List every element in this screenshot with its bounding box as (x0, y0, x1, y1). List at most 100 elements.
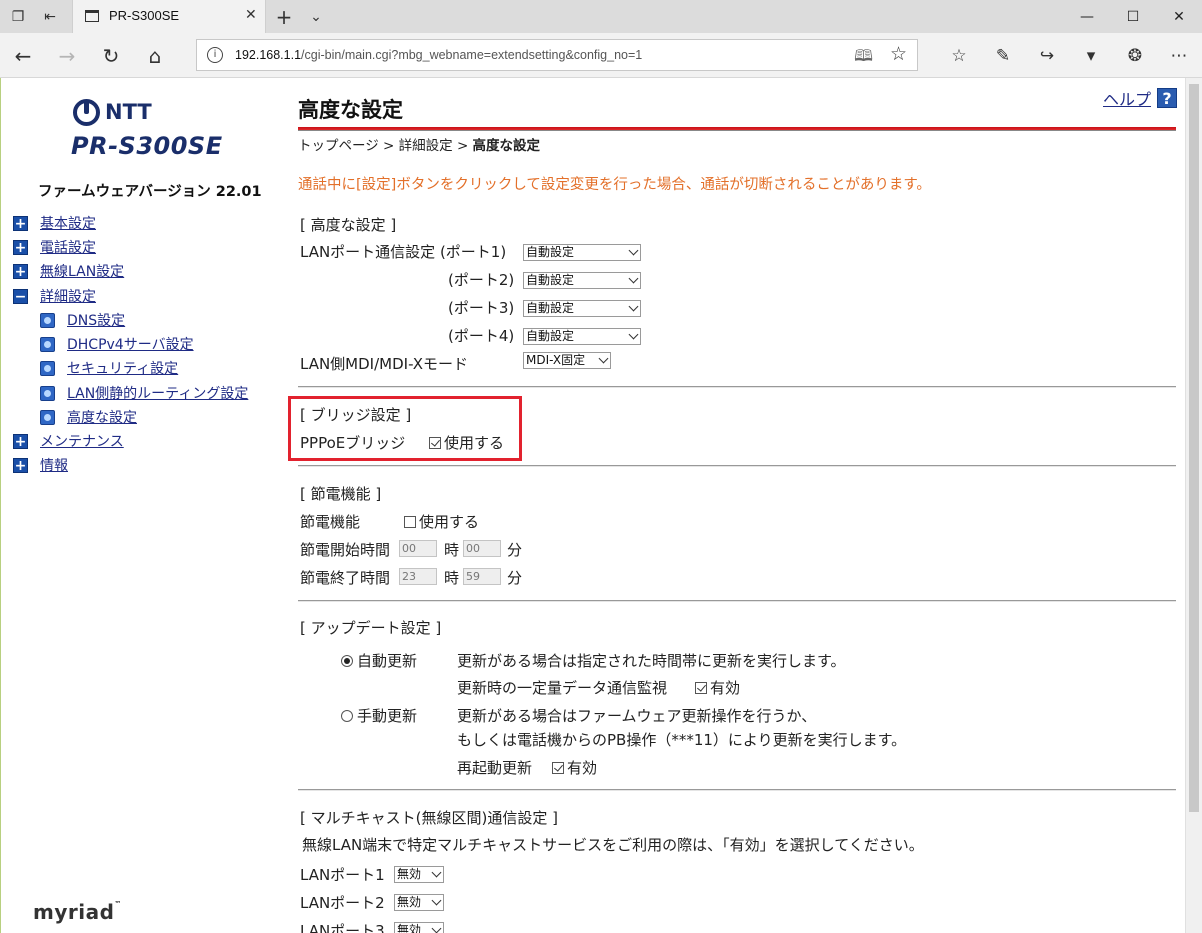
call-warning-text: 通話中に[設定]ボタンをクリックして設定変更を行った場合、通話が切断されることが… (298, 177, 931, 193)
reading-view-icon[interactable]: 🕮 (854, 45, 873, 72)
vertical-scrollbar[interactable] (1185, 78, 1202, 933)
radio-selected-icon[interactable] (341, 655, 353, 667)
tab-list-icon[interactable]: ⌄ (300, 0, 332, 33)
close-tab-icon[interactable]: ✕ (245, 7, 257, 23)
sidebar-subitem-dns[interactable]: DNS設定 (40, 310, 125, 330)
help-label[interactable]: ヘルプ (1103, 86, 1151, 110)
site-info-icon[interactable]: i (207, 47, 223, 63)
refresh-icon[interactable]: ↻ (94, 39, 128, 73)
scrollbar-thumb[interactable] (1189, 84, 1199, 812)
page-title: 高度な設定 (298, 98, 403, 122)
share-icon[interactable]: ↪ (1030, 39, 1064, 73)
tab-preview-icon[interactable]: ❐ (2, 0, 34, 33)
help-link[interactable]: ヘルプ ? (1103, 86, 1178, 110)
port3-select[interactable]: 自動設定 (523, 300, 641, 317)
favicon-page-icon (85, 10, 99, 22)
plus-icon[interactable]: + (13, 215, 28, 231)
evernote-icon[interactable]: ❂ (1118, 39, 1152, 73)
ink-icon[interactable]: ✎ (986, 39, 1020, 73)
port2-select[interactable]: 自動設定 (523, 272, 641, 289)
plus-icon[interactable]: + (13, 239, 28, 255)
mdi-mode-label: LAN側MDI/MDI-Xモード (300, 355, 469, 373)
tab-bar: ❐ ⇤ PR-S300SE ✕ + ⌄ — ☐ ✕ (0, 0, 1202, 33)
auto-update-radio[interactable]: 自動更新 (341, 650, 417, 671)
home-icon[interactable]: ⌂ (138, 39, 172, 73)
set-aside-icon[interactable]: ⇤ (34, 0, 66, 33)
sidebar-item-maintenance[interactable]: + メンテナンス (13, 431, 124, 451)
close-window-icon[interactable]: ✕ (1156, 0, 1202, 33)
back-icon[interactable]: ← (6, 39, 40, 73)
power-saving-start-label: 節電開始時間 (300, 541, 391, 559)
plus-icon[interactable]: + (13, 263, 28, 279)
chevron-down-icon (628, 329, 639, 340)
favorite-star-icon[interactable]: ☆ (890, 43, 907, 65)
myriad-logo: myriad™ (33, 900, 122, 924)
data-monitor-checkbox[interactable]: 有効 (695, 677, 740, 698)
brand-name: NTT (105, 100, 152, 124)
title-underline-shadow (298, 130, 1176, 131)
minimize-icon[interactable]: — (1064, 0, 1110, 33)
multicast-section-heading: [ マルチキャスト(無線区間)通信設定 ] (300, 809, 558, 827)
subitem-bullet-icon (40, 336, 55, 352)
port4-select[interactable]: 自動設定 (523, 328, 641, 345)
sidebar-subitem-routing[interactable]: LAN側静的ルーティング設定 (40, 383, 248, 403)
sidebar-item-basic[interactable]: + 基本設定 (13, 213, 96, 233)
minute-unit: 分 (507, 541, 523, 559)
chevron-down-icon (431, 867, 442, 878)
advanced-section-heading: [ 高度な設定 ] (300, 216, 397, 234)
help-icon[interactable]: ? (1157, 88, 1178, 108)
mdi-mode-select[interactable]: MDI-X固定 (523, 352, 611, 369)
sidebar-item-wireless[interactable]: + 無線LAN設定 (13, 261, 124, 281)
chevron-down-icon (598, 353, 609, 364)
breadcrumb-detail[interactable]: 詳細設定 (399, 138, 453, 154)
restart-update-checkbox[interactable]: 有効 (552, 757, 597, 778)
radio-icon[interactable] (341, 710, 353, 722)
multicast-port3-select[interactable]: 無効 (394, 922, 444, 933)
update-section-heading: [ アップデート設定 ] (300, 619, 442, 637)
sidebar-item-phone[interactable]: + 電話設定 (13, 237, 96, 257)
firmware-version: ファームウェアバージョン 22.01 (38, 184, 262, 200)
plus-icon[interactable]: + (13, 433, 28, 449)
breadcrumb: トップページ > 詳細設定 > 高度な設定 (298, 138, 541, 154)
sidebar-item-detail[interactable]: − 詳細設定 (13, 286, 96, 306)
model-name: PR-S300SE (71, 132, 223, 160)
tab-title: PR-S300SE (109, 8, 180, 23)
multicast-port2-select[interactable]: 無効 (394, 894, 444, 911)
multicast-port2-label: LANポート2 (300, 894, 385, 912)
checkbox-checked-icon[interactable] (552, 762, 564, 774)
manual-update-radio[interactable]: 手動更新 (341, 705, 417, 726)
power-saving-checkbox[interactable]: 使用する (404, 511, 479, 532)
sidebar-subitem-advanced[interactable]: 高度な設定 (40, 407, 137, 427)
section-divider (298, 386, 1176, 388)
sidebar-subitem-security[interactable]: セキュリティ設定 (40, 358, 178, 378)
hour-unit: 時 (444, 541, 460, 559)
sidebar-subitem-dhcp[interactable]: DHCPv4サーバ設定 (40, 334, 194, 354)
new-tab-icon[interactable]: + (268, 0, 300, 33)
checkbox-icon[interactable] (404, 516, 416, 528)
sidebar-item-info[interactable]: + 情報 (13, 455, 68, 475)
active-tab[interactable]: PR-S300SE ✕ (72, 0, 266, 33)
manual-update-description-2: もしくは電話機からのPB操作（***11）により更新を実行します。 (457, 731, 907, 749)
multicast-port1-select[interactable]: 無効 (394, 866, 444, 883)
end-hour-input[interactable]: 23 (399, 568, 437, 585)
ntt-logo-icon (73, 98, 100, 126)
maximize-icon[interactable]: ☐ (1110, 0, 1156, 33)
port1-select[interactable]: 自動設定 (523, 244, 641, 261)
more-icon[interactable]: ⋯ (1162, 39, 1196, 73)
breadcrumb-top[interactable]: トップページ (298, 138, 379, 154)
subitem-bullet-icon (40, 312, 55, 328)
checkbox-checked-icon[interactable] (695, 682, 707, 694)
favorites-hub-icon[interactable]: ☆ (942, 39, 976, 73)
pocket-icon[interactable]: ▾ (1074, 39, 1108, 73)
start-minute-input[interactable]: 00 (463, 540, 501, 557)
lan-port-setting-label: LANポート通信設定 (ポート1) (300, 243, 507, 261)
url-text[interactable]: 192.168.1.1/cgi-bin/main.cgi?mbg_webname… (235, 48, 642, 62)
plus-icon[interactable]: + (13, 457, 28, 473)
breadcrumb-current: 高度な設定 (472, 138, 541, 154)
end-minute-input[interactable]: 59 (463, 568, 501, 585)
forward-icon[interactable]: → (50, 39, 84, 73)
minus-icon[interactable]: − (13, 288, 28, 304)
address-bar[interactable]: i 192.168.1.1/cgi-bin/main.cgi?mbg_webna… (196, 39, 918, 71)
power-saving-label: 節電機能 (300, 513, 361, 531)
start-hour-input[interactable]: 00 (399, 540, 437, 557)
